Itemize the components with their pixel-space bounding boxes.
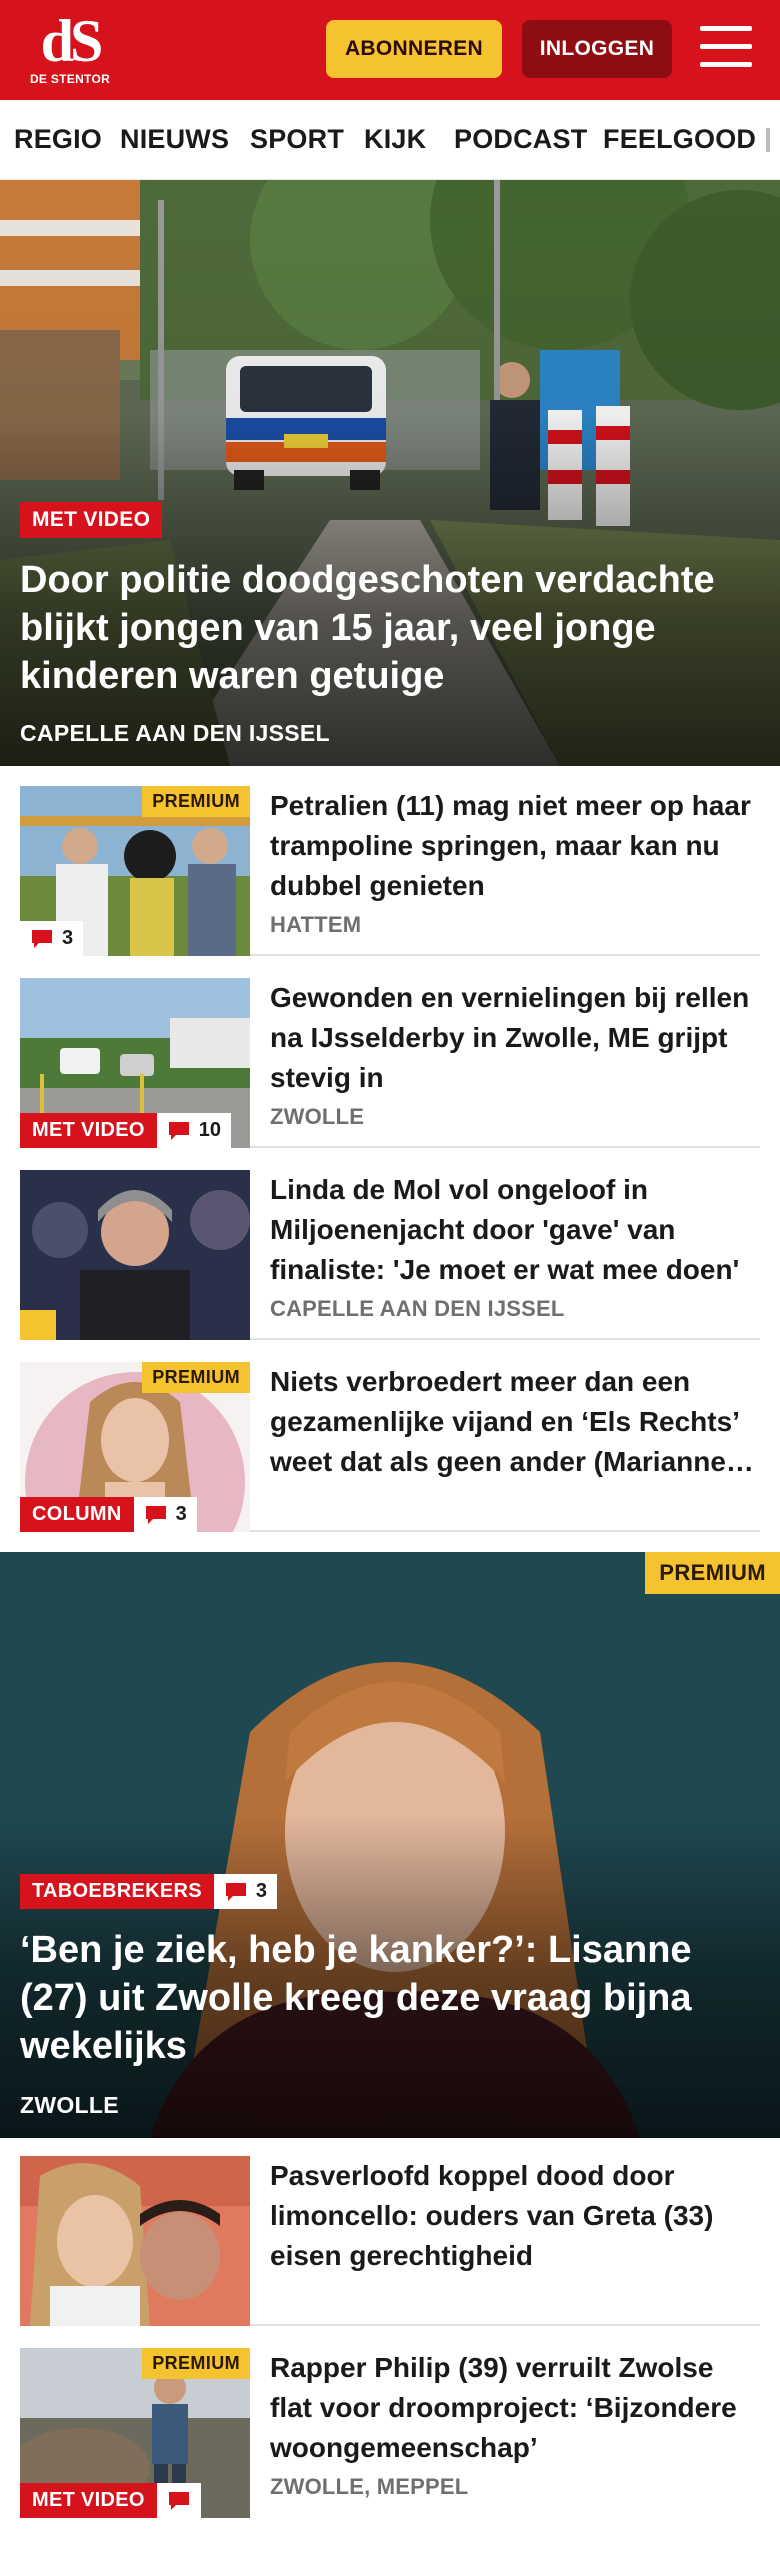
comment-icon (145, 1505, 166, 1524)
article-thumbnail: PREMIUM 3 (20, 786, 250, 956)
column-label: COLUMN (20, 1497, 134, 1532)
feature-article[interactable]: PREMIUM TABOEBREKERS 3 ‘Ben je ziek, heb… (0, 1552, 780, 2138)
article-headline[interactable]: Niets verbroedert meer dan een gezamenli… (270, 1362, 760, 1482)
article-thumbnail (20, 2156, 250, 2326)
article-location: ZWOLLE (270, 1104, 365, 1129)
nav-item-kijk[interactable]: KIJK (364, 124, 426, 155)
premium-badge: PREMIUM (142, 786, 250, 817)
comment-icon (225, 1882, 246, 1901)
nav-item-nieuws[interactable]: NIEUWS (120, 124, 229, 155)
article-thumbnail (20, 1170, 250, 1340)
comment-icon (32, 929, 52, 948)
logo-subtitle: DE STENTOR (29, 72, 111, 86)
list-item[interactable]: MET VIDEO 10 Gewonden en vernielingen bi… (20, 962, 760, 1148)
comment-icon (168, 1121, 189, 1140)
login-button[interactable]: INLOGGEN (522, 20, 672, 78)
premium-badge: PREMIUM (142, 2348, 250, 2379)
comment-count-value: 10 (198, 1119, 221, 1141)
de-stentor-logo[interactable]: dS DE STENTOR (28, 8, 112, 88)
comment-count[interactable]: 3 (213, 1874, 278, 1909)
comment-count[interactable] (156, 2483, 201, 2518)
logo-mark: dS (40, 8, 104, 74)
comment-icon (168, 2491, 189, 2510)
list-item[interactable]: PREMIUM MET VIDEO Rapper Philip (39) ver… (20, 2332, 760, 2518)
hamburger-menu-icon[interactable] (700, 26, 752, 72)
comment-count[interactable]: 10 (156, 1113, 231, 1148)
comment-count[interactable]: 3 (133, 1497, 197, 1532)
article-headline[interactable]: Petralien (11) mag niet meer op haar tra… (270, 786, 760, 906)
list-item[interactable]: PREMIUM COLUMN 3 Niets verbroedert meer … (20, 1346, 760, 1532)
nav-item-feelgood[interactable]: FEELGOOD (603, 124, 756, 155)
video-label: MET VIDEO (20, 1113, 157, 1148)
article-thumbnail: PREMIUM MET VIDEO (20, 2348, 250, 2518)
video-label: MET VIDEO (20, 2483, 157, 2518)
comment-count[interactable]: 3 (20, 921, 84, 956)
section-nav: REGIO NIEUWS SPORT KIJK PODCAST FEELGOOD (0, 100, 780, 180)
article-headline[interactable]: Pasverloofd koppel dood door limoncello:… (270, 2156, 760, 2276)
feature-headline[interactable]: ‘Ben je ziek, heb je kanker?’: Lisanne (… (20, 1926, 765, 2070)
premium-badge: PREMIUM (645, 1552, 780, 1594)
comment-count-value: 3 (255, 1880, 268, 1902)
nav-item-sport[interactable]: SPORT (250, 124, 344, 155)
nav-scroll-indicator (766, 128, 770, 152)
article-location: HATTEM (270, 912, 362, 937)
premium-badge: PREMIUM (142, 1362, 250, 1393)
video-label: MET VIDEO (20, 502, 163, 538)
list-item[interactable]: Linda de Mol vol ongeloof in Miljoenenja… (20, 1154, 760, 1340)
article-headline[interactable]: Gewonden en vernielingen bij rellen na I… (270, 978, 760, 1098)
series-label: TABOEBREKERS (20, 1874, 214, 1909)
article-thumbnail: MET VIDEO 10 (20, 978, 250, 1148)
article-headline[interactable]: Rapper Philip (39) verruilt Zwolse flat … (270, 2348, 760, 2468)
article-headline[interactable]: Linda de Mol vol ongeloof in Miljoenenja… (270, 1170, 760, 1290)
subscribe-button[interactable]: ABONNEREN (326, 20, 502, 78)
hero-location: CAPELLE AAN DEN IJSSEL (20, 720, 330, 746)
article-location: CAPELLE AAN DEN IJSSEL (270, 1296, 565, 1321)
nav-item-regio[interactable]: REGIO (14, 124, 102, 155)
hero-headline[interactable]: Door politie doodgeschoten verdachte bli… (20, 556, 765, 700)
nav-item-podcast[interactable]: PODCAST (454, 124, 587, 155)
hero-article[interactable]: MET VIDEO Door politie doodgeschoten ver… (0, 180, 780, 766)
list-item[interactable]: PREMIUM 3 Petralien (11) mag niet meer o… (20, 770, 760, 956)
top-header-bar: dS DE STENTOR ABONNEREN INLOGGEN (0, 0, 780, 100)
comment-count-value: 3 (62, 927, 74, 949)
comment-count-value: 3 (175, 1503, 187, 1525)
article-location: ZWOLLE, MEPPEL (270, 2474, 469, 2499)
article-thumbnail: PREMIUM COLUMN 3 (20, 1362, 250, 1532)
list-item[interactable]: Pasverloofd koppel dood door limoncello:… (20, 2140, 760, 2326)
feature-location: ZWOLLE (20, 2092, 119, 2118)
